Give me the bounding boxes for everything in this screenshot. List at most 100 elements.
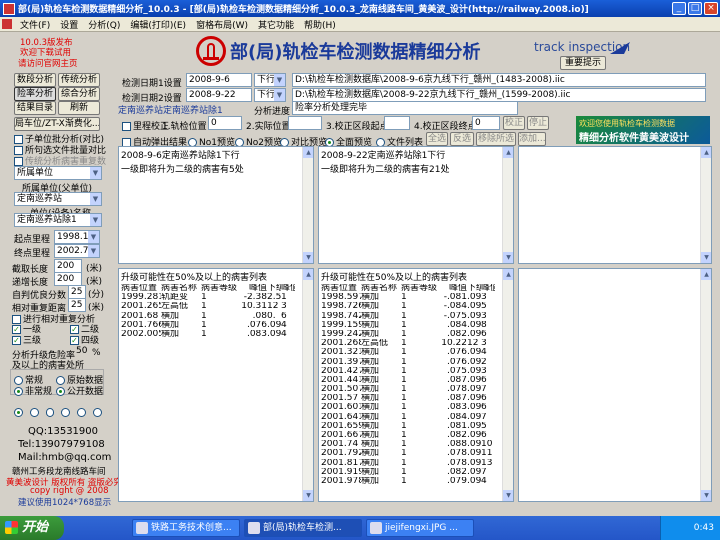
dir2-select[interactable]: 下行 [254, 88, 286, 102]
notice-button[interactable]: 重要提示 [560, 56, 606, 70]
table-row[interactable]: 2001.441 横加 1 .087.09 6 [321, 376, 511, 385]
correct-button[interactable]: 校正 [503, 116, 525, 130]
table-row[interactable]: 1998.597 横加 1 -.081.09 3 [321, 293, 511, 302]
vertical-scrollbar[interactable]: ▲ ▼ [502, 147, 513, 263]
radio[interactable] [14, 408, 23, 417]
radio[interactable] [29, 408, 39, 417]
scroll-down-icon[interactable]: ▼ [503, 490, 513, 501]
vertical-scrollbar[interactable]: ▲ ▼ [502, 269, 513, 501]
vertical-scrollbar[interactable]: ▲ ▼ [700, 269, 711, 501]
path1-input[interactable]: D:\轨检车检测数据库\2008-9-6京九线下行_赣州_(1483-2008)… [292, 73, 706, 87]
scroll-up-icon[interactable]: ▲ [701, 269, 711, 280]
radio[interactable] [56, 387, 65, 396]
table-row[interactable]: 2001.427 横加 1 .075.09 3 [321, 367, 511, 376]
station-button[interactable]: 局车位/ZT-X渐费化... [14, 117, 100, 131]
refresh-button[interactable]: 刷新 [58, 101, 100, 115]
stop-button[interactable]: 停止 [527, 116, 549, 130]
task-inspection-app[interactable]: 部(局)轨检车检测... [244, 519, 362, 537]
remove-selected-button[interactable]: 移除所选 [476, 132, 516, 146]
menu-analyze[interactable]: 分析(Q) [83, 18, 125, 31]
prio-input[interactable]: 25 [68, 285, 86, 299]
start-mile-select[interactable]: 1998.183 [54, 230, 100, 244]
table-row[interactable]: 2001.978 横加 1 .079.09 4 [321, 477, 511, 486]
table-row[interactable]: 2002.005 横加 1 .083.09 4 [121, 330, 311, 339]
menu-file[interactable]: 文件(F) [15, 18, 55, 31]
table-row[interactable]: 2001.641 横加 1 .084.09 7 [321, 413, 511, 422]
table-row[interactable]: 2001.601 横加 1 .083.09 6 [321, 403, 511, 412]
top-pane-3[interactable]: ▲ ▼ [518, 146, 712, 264]
radio-public[interactable]: 公开数据 [56, 384, 103, 397]
vertical-scrollbar[interactable]: ▲ ▼ [302, 269, 313, 501]
scroll-down-icon[interactable]: ▼ [503, 252, 513, 263]
vertical-scrollbar[interactable]: ▲ ▼ [700, 147, 711, 263]
table-row[interactable]: 1999.242 横加 1 .082.09 6 [321, 330, 511, 339]
table-row[interactable]: 2001.321 横加 1 .076.09 4 [321, 348, 511, 357]
scroll-down-icon[interactable]: ▼ [701, 490, 711, 501]
table-row[interactable]: 2001.817 横加 1 .078.09 13 [321, 459, 511, 468]
top-pane-2[interactable]: 2008-9-22定南巡养站除1下行 一级即将升为二级的病害有21处 ▲ ▼ [318, 146, 514, 264]
table-row[interactable]: 1999.159 横加 1 .084.09 8 [321, 321, 511, 330]
level-3-check[interactable]: ✓ 三级 [12, 333, 41, 346]
dist-input[interactable]: 25 [68, 298, 86, 312]
checkbox[interactable]: ✓ [70, 336, 79, 345]
menu-settings[interactable]: 设置 [55, 18, 83, 31]
table-row[interactable]: 2001.265 左高低 1 10.31 12 3 [121, 302, 311, 311]
task-jpg-viewer[interactable]: jiejifengxi.JPG ... [366, 519, 474, 537]
add-button[interactable]: 添加... [518, 132, 546, 146]
dir1-select[interactable]: 下行 [254, 73, 286, 87]
step-len-input[interactable]: 200 [54, 272, 82, 286]
date2-input[interactable]: 2008-9-22 [186, 88, 252, 102]
table-row[interactable]: 2001.268 左高低 1 10.22 12 3 [321, 339, 511, 348]
select-all-button[interactable]: 全选 [426, 132, 448, 146]
scroll-up-icon[interactable]: ▲ [701, 147, 711, 158]
segment-analysis-button[interactable]: 数段分析 [14, 73, 56, 87]
date1-input[interactable]: 2008-9-6 [186, 73, 252, 87]
scroll-up-icon[interactable]: ▲ [503, 269, 513, 280]
bottom-pane-3[interactable]: ▲ ▼ [518, 268, 712, 502]
result-dir-button[interactable]: 结果目录 [14, 101, 56, 115]
table-row[interactable]: 2001.74 横加 1 .088.09 10 [321, 440, 511, 449]
menu-layout[interactable]: 窗格布局(W) [191, 18, 253, 31]
bottom-pane-1[interactable]: 升级可能性在50%及以上的病害列表 病害位置病害名称病害等级 峰值下级峰值 1999… [118, 268, 314, 502]
maximize-button[interactable]: □ [688, 2, 702, 15]
start-button[interactable]: 开始 [0, 516, 64, 540]
table-row[interactable]: 2001.57 横加 1 .087.09 6 [321, 394, 511, 403]
table-row[interactable]: 1999.281 轨距变 1 -2.38 2.5 1 [121, 293, 311, 302]
checkbox[interactable]: ✓ [12, 336, 21, 345]
mile-4-input[interactable]: 0 [472, 116, 500, 130]
radio[interactable] [93, 408, 102, 417]
cut-len-input[interactable]: 200 [54, 259, 82, 273]
table-row[interactable]: 2001.667 横加 1 .082.09 6 [321, 431, 511, 440]
radio[interactable] [45, 408, 55, 417]
invert-button[interactable]: 反选 [450, 132, 474, 146]
end-mile-select[interactable]: 2002.723 [54, 244, 100, 258]
device-select[interactable]: 定南巡养站除1 [14, 213, 102, 227]
menu-help[interactable]: 帮助(H) [299, 18, 341, 31]
scroll-down-icon[interactable]: ▼ [701, 252, 711, 263]
table-row[interactable]: 2001.397 横加 1 .076.09 2 [321, 358, 511, 367]
mile-3-input[interactable] [384, 116, 410, 130]
combined-analysis-button[interactable]: 综合分析 [58, 87, 100, 101]
radio[interactable] [14, 387, 23, 396]
mile-1-input[interactable]: 0 [208, 116, 242, 130]
menu-other[interactable]: 其它功能 [253, 18, 299, 31]
checkbox[interactable] [122, 122, 131, 131]
bottom-pane-2[interactable]: 升级可能性在50%及以上的病害列表 病害位置病害名称病害等级峰值下级峰值1998… [318, 268, 514, 502]
minimize-button[interactable]: _ [672, 2, 686, 15]
parent-unit-select[interactable]: 定南巡养站 [14, 192, 102, 206]
scroll-up-icon[interactable]: ▲ [303, 147, 313, 158]
top-pane-1[interactable]: 2008-9-6定南巡养站除1下行 一级即将升为二级的病害有5处 ▲ ▼ [118, 146, 314, 264]
table-row[interactable]: 2001.507 横加 1 .078.09 7 [321, 385, 511, 394]
ad-banner[interactable]: 欢迎您使用轨检车检测数据 精细分析软件黄美波设计 [576, 116, 710, 144]
table-row[interactable]: 2001.68 横加 1 .08 0. 6 [121, 312, 311, 321]
radio-abnormal[interactable]: 非常规 [14, 384, 52, 397]
table-row[interactable]: 1998.726 横加 1 -.084.09 5 [321, 302, 511, 311]
scroll-down-icon[interactable]: ▼ [303, 490, 313, 501]
risk-analysis-button[interactable]: 险率分析 [14, 87, 56, 101]
menu-edit[interactable]: 编辑(打印)(E) [125, 18, 191, 31]
task-railway-creative[interactable]: 铁路工务技术创意... [132, 519, 240, 537]
close-button[interactable]: × [704, 2, 718, 15]
checkbox[interactable] [14, 157, 23, 166]
table-row[interactable]: 2001.659 横加 1 .081.09 5 [321, 422, 511, 431]
table-row[interactable]: 1998.742 横加 1 -.075.09 3 [321, 312, 511, 321]
